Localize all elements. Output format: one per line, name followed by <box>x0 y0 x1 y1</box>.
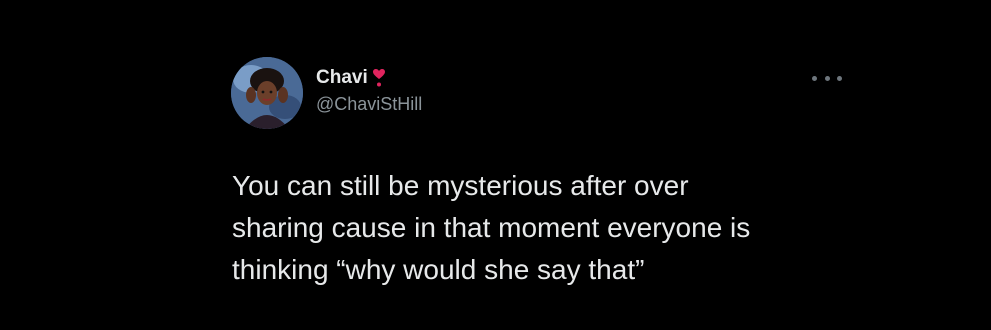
avatar-photo <box>231 57 303 129</box>
red-heart-exclamation-icon <box>372 68 386 88</box>
author-name-row[interactable]: Chavi <box>316 66 386 90</box>
more-dot <box>837 75 842 81</box>
author-handle[interactable]: @ChaviStHill <box>316 94 422 115</box>
more-dot <box>824 75 830 81</box>
tweet-card: Chavi @ChaviStHill You can still be myst… <box>0 0 991 330</box>
avatar[interactable] <box>231 57 303 129</box>
more-options-icon[interactable] <box>812 70 842 86</box>
more-dot <box>812 75 817 81</box>
tweet-text: You can still be mysterious after over s… <box>232 170 751 285</box>
author-display-name[interactable]: Chavi <box>316 67 368 89</box>
